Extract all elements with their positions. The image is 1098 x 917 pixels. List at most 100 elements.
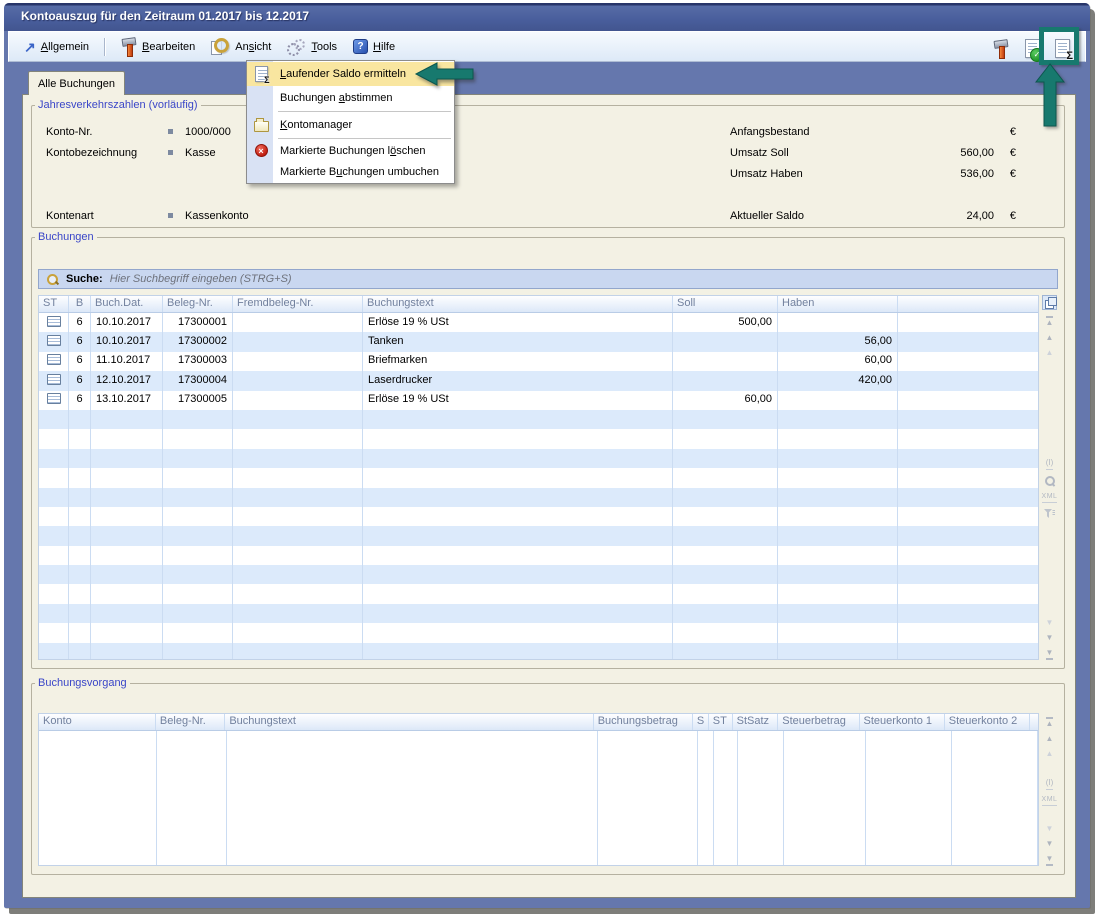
transaction-table: Konto Beleg-Nr. Buchungstext Buchungsbet… — [38, 713, 1058, 866]
scroll-to-top-icon[interactable]: ▲ — [1046, 717, 1054, 728]
booking-row[interactable]: 613.10.201717300005Erlöse 19 % USt60,00 — [39, 391, 1038, 410]
annotation-highlight-box — [1039, 27, 1079, 65]
scroll-to-bottom-icon[interactable]: ▼ — [1046, 649, 1054, 660]
menu-hilfe[interactable]: ? Hilfe — [348, 37, 400, 56]
cell-beleg: 17300005 — [163, 391, 233, 410]
column-header-buchdat[interactable]: Buch.Dat. — [91, 296, 163, 312]
cell-filler — [898, 468, 1038, 487]
grid-search-icon[interactable] — [1044, 476, 1055, 487]
empty-row[interactable] — [39, 468, 1038, 487]
column-header-stsatz[interactable]: StSatz — [733, 714, 779, 730]
column-header-fremdbelegnr[interactable]: Fremdbeleg-Nr. — [233, 296, 363, 312]
cell-date: 13.10.2017 — [91, 391, 163, 410]
scroll-down-icon[interactable]: ▼ — [1046, 634, 1054, 642]
column-header-steuerkonto1[interactable]: Steuerkonto 1 — [860, 714, 945, 730]
cell-st — [39, 371, 69, 390]
cell-haben — [778, 449, 898, 468]
cell-fremd — [233, 643, 363, 659]
empty-row[interactable] — [39, 449, 1038, 468]
scroll-down-page-icon[interactable]: ▼ — [1046, 619, 1054, 627]
field-label: Anfangsbestand — [730, 126, 882, 138]
booking-row[interactable]: 610.10.201717300002Tanken56,00 — [39, 332, 1038, 351]
menu-bearbeiten[interactable]: Bearbeiten — [115, 35, 200, 58]
cell-text — [363, 507, 673, 526]
bookings-table: ST B Buch.Dat. Beleg-Nr. Fremdbeleg-Nr. … — [38, 295, 1058, 660]
menu-ansicht[interactable]: Ansicht — [206, 36, 276, 57]
cell-fremd — [233, 313, 363, 332]
menu-item-buchungen-loeschen[interactable]: × Markierte Buchungen löschen — [247, 140, 454, 161]
empty-row[interactable] — [39, 488, 1038, 507]
doc-sigma-icon — [255, 66, 268, 82]
column-header-b[interactable]: B — [69, 296, 91, 312]
cell-fremd — [233, 488, 363, 507]
tab-alle-buchungen[interactable]: Alle Buchungen — [28, 71, 125, 95]
cell-text: Briefmarken — [363, 352, 673, 371]
column-header-buchungsbetrag[interactable]: Buchungsbetrag — [594, 714, 693, 730]
empty-row[interactable] — [39, 584, 1038, 603]
column-header-belegnr[interactable]: Beleg-Nr. — [163, 296, 233, 312]
cell-beleg — [163, 488, 233, 507]
cell-date — [91, 565, 163, 584]
column-chooser-icon[interactable] — [1042, 295, 1057, 310]
empty-row[interactable] — [39, 565, 1038, 584]
column-header-konto[interactable]: Konto — [39, 714, 156, 730]
scroll-up-page-icon[interactable]: ▲ — [1046, 750, 1054, 758]
menu-item-kontomanager[interactable]: Kontomanager — [247, 113, 454, 137]
scroll-to-top-icon[interactable]: ▲ — [1046, 316, 1054, 327]
column-header-buchungstext[interactable]: Buchungstext — [363, 296, 673, 312]
booking-row[interactable]: 610.10.201717300001Erlöse 19 % USt500,00 — [39, 313, 1038, 332]
column-header-st[interactable]: ST — [39, 296, 69, 312]
menu-item-buchungen-umbuchen[interactable]: Markierte Buchungen umbuchen — [247, 161, 454, 182]
empty-row[interactable] — [39, 623, 1038, 642]
scroll-up-icon[interactable]: ▲ — [1046, 735, 1054, 743]
column-header-steuerkonto2[interactable]: Steuerkonto 2 — [945, 714, 1030, 730]
cell-b — [69, 507, 91, 526]
filter-icon[interactable] — [1044, 509, 1055, 519]
count-icon[interactable]: (I) — [1046, 458, 1054, 470]
cell-fremd — [233, 429, 363, 448]
menu-allgemein[interactable]: ↗ Allgemein — [19, 38, 94, 56]
scroll-to-bottom-icon[interactable]: ▼ — [1046, 855, 1054, 866]
scroll-down-page-icon[interactable]: ▼ — [1046, 825, 1054, 833]
column-header-buchungstext[interactable]: Buchungstext — [225, 714, 593, 730]
xml-export-icon[interactable]: XML — [1042, 493, 1058, 503]
booking-row[interactable]: 612.10.201717300004Laserdrucker420,00 — [39, 371, 1038, 390]
scroll-down-icon[interactable]: ▼ — [1046, 840, 1054, 848]
count-icon[interactable]: (I) — [1046, 778, 1054, 790]
empty-row[interactable] — [39, 429, 1038, 448]
empty-row[interactable] — [39, 410, 1038, 429]
empty-row[interactable] — [39, 526, 1038, 545]
transaction-side-controls: ▲ ▲ ▲ (I) XML ▼ ▼ ▼ — [1041, 713, 1058, 866]
cell-filler — [898, 429, 1038, 448]
scroll-up-page-icon[interactable]: ▲ — [1046, 349, 1054, 357]
empty-row[interactable] — [39, 507, 1038, 526]
search-bar[interactable]: Suche: Hier Suchbegriff eingeben (STRG+S… — [38, 269, 1058, 289]
column-header-soll[interactable]: Soll — [673, 296, 778, 312]
column-header-s[interactable]: S — [693, 714, 709, 730]
cell-haben — [778, 507, 898, 526]
cell-fremd — [233, 332, 363, 351]
column-header-steuerbetrag[interactable]: Steuerbetrag — [778, 714, 859, 730]
cell-fremd — [233, 584, 363, 603]
cell-haben — [778, 623, 898, 642]
column-header-belegnr[interactable]: Beleg-Nr. — [156, 714, 225, 730]
empty-row[interactable] — [39, 604, 1038, 623]
scroll-up-icon[interactable]: ▲ — [1046, 334, 1054, 342]
column-header-haben[interactable]: Haben — [778, 296, 898, 312]
booking-grid-icon — [47, 316, 61, 327]
cell-haben — [778, 643, 898, 659]
xml-export-icon[interactable]: XML — [1042, 796, 1058, 806]
cell-text: Tanken — [363, 332, 673, 351]
column-header-st[interactable]: ST — [709, 714, 733, 730]
menu-separator — [278, 111, 451, 112]
menu-tools[interactable]: Tools — [282, 37, 342, 57]
empty-row[interactable] — [39, 643, 1038, 659]
empty-row[interactable] — [39, 546, 1038, 565]
bookings-legend: Buchungen — [35, 231, 97, 243]
toolbar-edit-button[interactable] — [990, 38, 1011, 59]
cell-haben — [778, 391, 898, 410]
magnifier-doc-icon — [211, 38, 230, 55]
booking-row[interactable]: 611.10.201717300003Briefmarken60,00 — [39, 352, 1038, 371]
search-label: Suche: — [66, 273, 103, 285]
currency-symbol: € — [994, 210, 1016, 222]
